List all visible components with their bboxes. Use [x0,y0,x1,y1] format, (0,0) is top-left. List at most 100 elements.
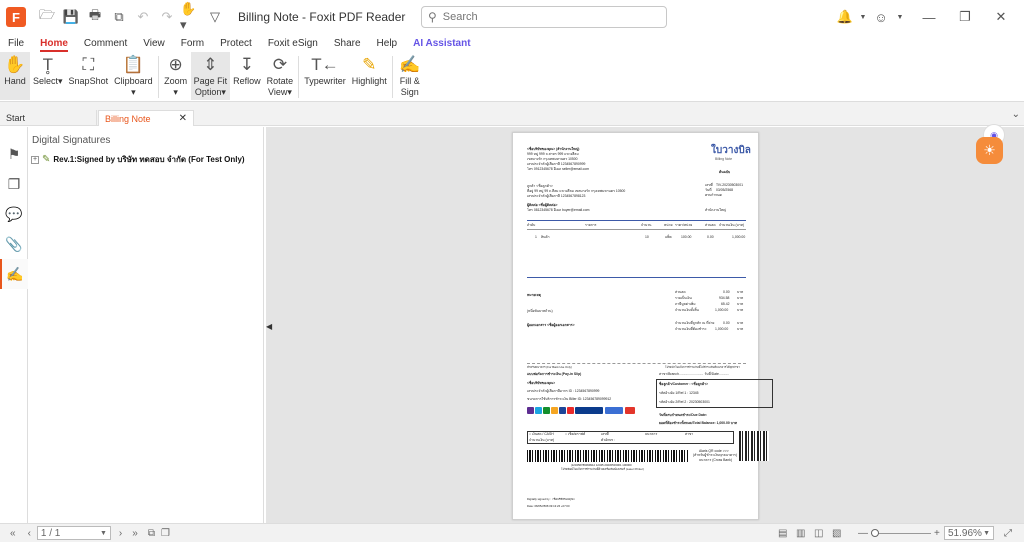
account-dropdown-icon[interactable]: ▼ [894,14,906,21]
doc-customer-tax: เลขประจำตัวผู้เสียภาษี 1234567898123 [527,194,586,198]
doc-remark: หมายเหตุ [527,293,541,297]
menu-foxit-esign[interactable]: Foxit eSign [260,38,326,49]
zoom-out-icon[interactable]: — [858,528,868,539]
print-icon[interactable]: 🖶 [84,6,106,28]
menu-ai-assistant[interactable]: AI Assistant [405,38,478,49]
account-icon[interactable]: ☺ [868,10,894,25]
hand-button[interactable]: ✋ Hand [0,52,30,100]
page-fit-icon: ⇕ [203,55,218,74]
menu-help[interactable]: Help [369,38,406,49]
close-window-icon[interactable]: ✕ [978,9,1024,25]
slip-left-note: สำหรับธนาคาร (For Bank Use Only) [527,365,572,369]
undo-icon[interactable]: ↶ [132,6,154,28]
redo-icon[interactable]: ↷ [156,6,178,28]
payable-label: จำนวนเงินที่ต้องชำระ [675,327,707,331]
col-no: ลำดับ [527,223,536,227]
menu-form[interactable]: Form [173,38,212,49]
pages-icon[interactable]: ❐ [0,169,28,199]
signature-item[interactable]: + ✎ Rev.1:Signed by บริษัท ทดสอบ จำกัด (… [31,153,245,166]
save-icon[interactable]: 💾 [60,6,82,28]
zoom-button[interactable]: ⊕ Zoom ▾ [161,52,191,100]
qr-code [739,431,769,461]
last-page-icon[interactable]: » [132,528,138,539]
fill-sign-button[interactable]: ✍ Fill & Sign [395,52,425,100]
hand-tool-icon[interactable]: ✋▾ [180,1,202,32]
continuous-page-icon[interactable]: ▥ [796,528,805,539]
pdf-page: <ชื่อบริษัทของคุณ> (สำนักงานใหญ่) 999 หม… [512,132,773,520]
bank-label: ธนาคาร [645,432,658,436]
typewriter-icon: T← [311,55,339,74]
row-price: 100.00 [681,235,692,239]
bank-logo-icon [551,407,558,414]
fullscreen-icon[interactable]: ⤢ [1004,528,1012,539]
minimize-icon[interactable]: — [906,10,952,25]
menu-share[interactable]: Share [326,38,369,49]
title-right-controls: 🔔 ▼ ☺ ▼ — ❐ ✕ [832,0,1024,34]
payin-taxid: เลขประจำตัวผู้เสียภาษีอากร ID : 12345678… [527,389,600,393]
attachment-icon[interactable]: 📎 [0,229,28,259]
bookmark-icon[interactable]: ⚑ [0,139,28,169]
panel-title: Digital Signatures [32,135,111,146]
branch-label: สาขา [685,432,694,436]
zoom-slider[interactable] [871,533,931,534]
comments-icon[interactable]: 💬 [0,199,28,229]
ribbon-separator [298,56,300,98]
previous-view-icon[interactable]: ⧉ [148,528,155,539]
prev-page-icon[interactable]: ‹ [28,528,31,539]
reflow-button[interactable]: ↧ Reflow [230,52,264,100]
continuous-facing-icon[interactable]: ▧ [832,528,841,539]
bank-logo-icon [605,407,623,414]
facing-page-icon[interactable]: ◫ [814,528,823,539]
rotate-view-button[interactable]: ⟳ Rotate View▾ [264,52,297,100]
menu-home[interactable]: Home [32,38,76,52]
typewriter-button[interactable]: T← Typewriter [301,52,349,100]
doc-addr2: เขตบางรัก กรุงเทพมหานคร 10500 [527,157,578,161]
copy-icon[interactable]: ⧉ [108,6,130,28]
zoom-level-box[interactable]: 51.96% ▼ [944,526,994,540]
tab-list-chevron-icon[interactable]: ⌄ [1012,109,1020,120]
restore-icon[interactable]: ❐ [952,9,978,25]
doc-subtitle: Billing Note [715,157,733,161]
clipboard-button[interactable]: 📋 Clipboard ▾ [111,52,156,100]
signature-panel-icon[interactable]: ✍ [0,259,28,289]
search-icon: ⚲ [428,10,437,24]
search-box[interactable]: ⚲ [421,6,667,28]
next-view-icon[interactable]: ❐ [161,528,170,539]
vat: 65.42 [721,302,730,306]
zoom-in-icon[interactable]: + [934,528,940,539]
expand-icon[interactable]: + [31,155,39,164]
page-number-box[interactable]: 1 / 1 ▼ [36,526,111,540]
bank-logo-icon [625,407,635,414]
row-unit: แพ็ค [665,235,672,239]
bell-dropdown-icon[interactable]: ▼ [858,14,868,21]
customize-qa-icon[interactable]: ▽ [204,6,226,28]
total-unit: บาท [737,296,744,300]
search-input[interactable] [442,11,643,23]
bell-icon[interactable]: 🔔 [832,9,858,25]
col-amount: จำนวนเงิน (บาท) [719,223,745,227]
tab-billing-note[interactable]: Billing Note ✕ [98,110,194,126]
col-unit: หน่วย [664,223,673,227]
menu-protect[interactable]: Protect [212,38,260,49]
zoom-dropdown-icon[interactable]: ▼ [983,530,990,537]
menu-file[interactable]: File [0,38,32,49]
first-page-icon[interactable]: « [10,528,16,539]
select-button[interactable]: T̥ Select▾ [30,52,66,100]
lightbulb-icon[interactable]: ☀ [976,137,1003,164]
collapse-panel-arrow-icon[interactable]: ◀ [266,322,272,331]
snapshot-button[interactable]: ⛶ SnapShot [66,52,112,100]
open-icon[interactable]: 🗁 [36,6,58,28]
page-fit-option-button[interactable]: ⇕ Page Fit Option▾ [190,52,231,100]
page-dropdown-icon[interactable]: ▼ [100,530,107,537]
menu-view[interactable]: View [135,38,173,49]
foxit-logo-icon[interactable]: F [6,7,26,27]
highlight-button[interactable]: ✎ Highlight [349,52,390,100]
next-page-icon[interactable]: › [119,528,122,539]
cheque-option: ○ เช็ค/ดราฟต์ [565,432,586,436]
menu-comment[interactable]: Comment [76,38,135,49]
single-page-icon[interactable]: ▤ [778,528,787,539]
tab-start[interactable]: Start [0,110,97,126]
close-tab-icon[interactable]: ✕ [179,113,187,124]
zoom-slider-knob[interactable] [871,529,879,537]
bank-logo-icon [567,407,574,414]
